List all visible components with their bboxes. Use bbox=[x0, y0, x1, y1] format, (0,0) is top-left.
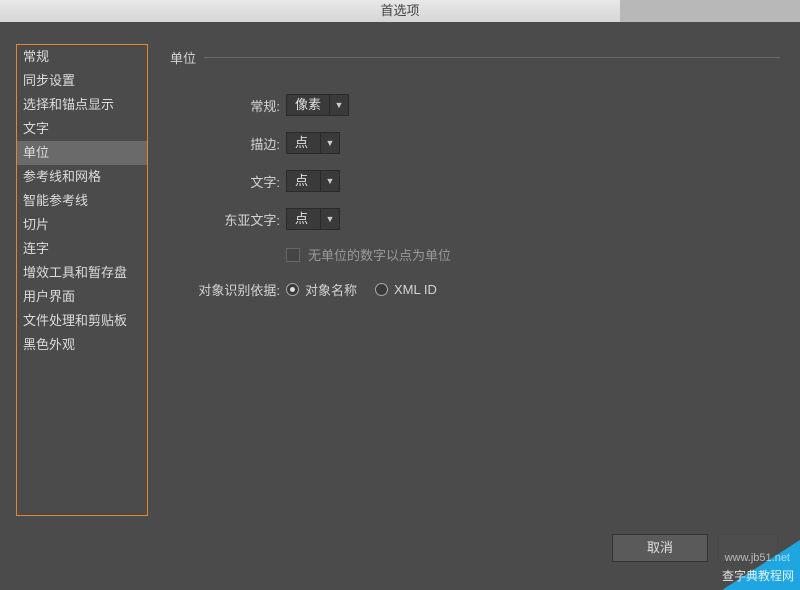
radio-label-text: 对象名称 bbox=[305, 280, 357, 299]
row-asian-type-units: 东亚文字: 点 ▼ bbox=[170, 207, 780, 231]
row-type-units: 文字: 点 ▼ bbox=[170, 169, 780, 193]
select-value: 点 bbox=[287, 133, 321, 153]
sidebar-item-general[interactable]: 常规 bbox=[17, 45, 147, 69]
radio-option-xml-id[interactable]: XML ID bbox=[375, 282, 437, 297]
window-title: 首选项 bbox=[380, 3, 419, 18]
ok-button[interactable] bbox=[718, 534, 778, 562]
dialog-button-bar: 取消 bbox=[612, 534, 778, 562]
category-sidebar: 常规 同步设置 选择和锚点显示 文字 单位 参考线和网格 智能参考线 切片 连字… bbox=[16, 44, 148, 516]
select-value: 像素 bbox=[287, 95, 330, 115]
row-stroke-units: 描边: 点 ▼ bbox=[170, 131, 780, 155]
label-stroke: 描边: bbox=[170, 134, 286, 153]
section-title: 单位 bbox=[170, 48, 204, 67]
watermark-text: 查字典教程网 bbox=[722, 567, 794, 584]
label-general: 常规: bbox=[170, 96, 286, 115]
chevron-down-icon: ▼ bbox=[330, 100, 348, 110]
radio-option-object-name[interactable]: 对象名称 bbox=[286, 280, 357, 299]
label-type: 文字: bbox=[170, 172, 286, 191]
chevron-down-icon: ▼ bbox=[321, 138, 339, 148]
checkbox-label: 无单位的数字以点为单位 bbox=[308, 245, 451, 264]
chevron-down-icon: ▼ bbox=[321, 214, 339, 224]
radio-label-text: XML ID bbox=[394, 282, 437, 297]
select-stroke-units[interactable]: 点 ▼ bbox=[286, 132, 340, 154]
sidebar-item-units[interactable]: 单位 bbox=[17, 141, 147, 165]
sidebar-item-slices[interactable]: 切片 bbox=[17, 213, 147, 237]
select-asian-type-units[interactable]: 点 ▼ bbox=[286, 208, 340, 230]
label-asian-type: 东亚文字: bbox=[170, 210, 286, 229]
sidebar-item-file-clipboard[interactable]: 文件处理和剪贴板 bbox=[17, 309, 147, 333]
sidebar-item-guides-grid[interactable]: 参考线和网格 bbox=[17, 165, 147, 189]
label-identify-by: 对象识别依据: bbox=[170, 280, 286, 299]
sidebar-item-plugins-scratch[interactable]: 增效工具和暂存盘 bbox=[17, 261, 147, 285]
select-type-units[interactable]: 点 ▼ bbox=[286, 170, 340, 192]
select-value: 点 bbox=[287, 171, 321, 191]
sidebar-item-type[interactable]: 文字 bbox=[17, 117, 147, 141]
radio-icon bbox=[375, 283, 388, 296]
window-titlebar: 首选项 bbox=[0, 0, 800, 22]
checkbox-no-unit-as-points[interactable] bbox=[286, 248, 300, 262]
radio-icon bbox=[286, 283, 299, 296]
select-general-units[interactable]: 像素 ▼ bbox=[286, 94, 349, 116]
row-identify-by: 对象识别依据: 对象名称 XML ID bbox=[170, 280, 780, 299]
section-divider bbox=[204, 57, 780, 58]
units-panel: 单位 常规: 像素 ▼ 描边: 点 ▼ 文字: 点 ▼ 东亚文字: bbox=[170, 48, 780, 299]
sidebar-item-selection-anchor[interactable]: 选择和锚点显示 bbox=[17, 93, 147, 117]
row-general-units: 常规: 像素 ▼ bbox=[170, 93, 780, 117]
sidebar-item-ui[interactable]: 用户界面 bbox=[17, 285, 147, 309]
chevron-down-icon: ▼ bbox=[321, 176, 339, 186]
section-header: 单位 bbox=[170, 48, 780, 67]
preferences-dialog: 常规 同步设置 选择和锚点显示 文字 单位 参考线和网格 智能参考线 切片 连字… bbox=[0, 22, 800, 590]
select-value: 点 bbox=[287, 209, 321, 229]
sidebar-item-black-appearance[interactable]: 黑色外观 bbox=[17, 333, 147, 357]
sidebar-item-sync[interactable]: 同步设置 bbox=[17, 69, 147, 93]
sidebar-item-smart-guides[interactable]: 智能参考线 bbox=[17, 189, 147, 213]
row-no-unit-as-points: 无单位的数字以点为单位 bbox=[286, 245, 780, 264]
sidebar-item-hyphenation[interactable]: 连字 bbox=[17, 237, 147, 261]
cancel-button[interactable]: 取消 bbox=[612, 534, 708, 562]
